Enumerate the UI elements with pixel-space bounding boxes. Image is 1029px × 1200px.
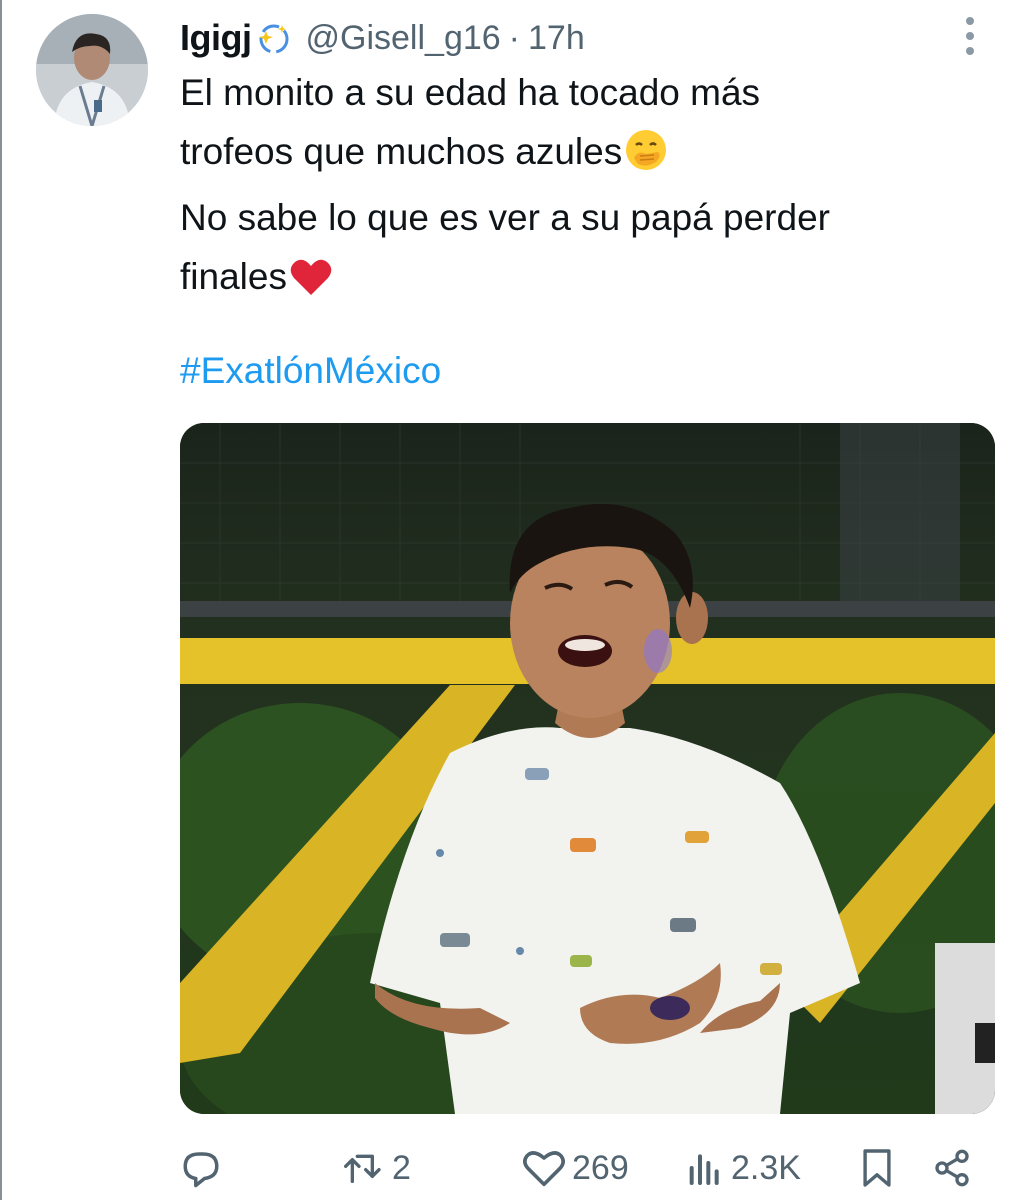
reply-button[interactable] <box>180 1140 228 1196</box>
tweet-timestamp[interactable]: 17h <box>528 19 585 58</box>
hashtag-link[interactable]: #ExatlónMéxico <box>180 350 441 392</box>
tweet-actions: 2 269 2.3K <box>180 1140 980 1196</box>
bookmark-button[interactable] <box>860 1140 894 1196</box>
tweet-line: El monito a su edad ha tocado más <box>180 72 761 113</box>
author-handle[interactable]: @Gisell_g16 <box>306 19 501 58</box>
tweet-media[interactable] <box>180 423 995 1114</box>
retweet-count: 2 <box>392 1148 411 1187</box>
views-icon <box>689 1154 719 1185</box>
retweet-button[interactable]: 2 <box>342 1140 411 1196</box>
like-button[interactable]: 269 <box>522 1140 629 1196</box>
sparkle-badge-icon <box>258 24 288 54</box>
like-count: 269 <box>572 1148 629 1187</box>
tweet-line: trofeos que muchos azules <box>180 123 970 190</box>
tweet-text: El monito a su edad ha tocado más trofeo… <box>180 64 970 314</box>
tweet-line: finales <box>180 248 970 315</box>
retweet-icon <box>343 1154 381 1183</box>
views-button[interactable]: 2.3K <box>685 1140 801 1196</box>
heart-icon <box>523 1151 565 1187</box>
red-heart-emoji <box>289 256 333 315</box>
author-name[interactable]: Igigj <box>180 17 252 59</box>
video-thumbnail <box>180 423 995 1114</box>
left-divider <box>0 0 2 1200</box>
more-options-icon[interactable] <box>958 14 982 60</box>
reply-icon <box>183 1152 219 1188</box>
header-separator: · <box>508 18 520 57</box>
share-button[interactable] <box>932 1140 972 1196</box>
bookmark-icon <box>863 1149 891 1187</box>
tweet-header: Igigj @Gisell_g16 · 17h <box>180 16 585 60</box>
share-icon <box>935 1149 969 1187</box>
hand-over-mouth-emoji <box>624 128 668 190</box>
tweet-line: No sabe lo que es ver a su papá perder <box>180 197 830 238</box>
author-avatar[interactable] <box>36 14 148 126</box>
views-count: 2.3K <box>731 1148 801 1187</box>
